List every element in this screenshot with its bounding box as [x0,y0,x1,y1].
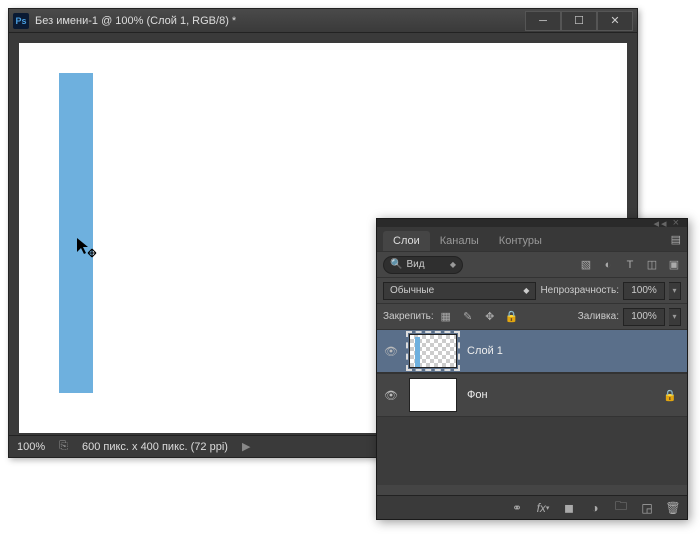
blend-mode-select[interactable]: Обычные ◆ [383,282,536,300]
caret-icon: ◆ [523,286,529,295]
info-arrow-icon[interactable]: ▶ [242,440,250,453]
opacity-stepper[interactable]: ▾ [669,282,681,300]
export-icon[interactable]: ⎘ [59,440,68,453]
tab-channels[interactable]: Каналы [430,231,489,251]
caret-icon: ◆ [450,260,456,269]
collapse-icon[interactable]: ◂◂ [654,217,669,230]
fill-stepper[interactable]: ▾ [669,308,681,326]
fill-input[interactable]: 100% [623,308,665,326]
panel-tabs: Слои Каналы Контуры ▤ [377,227,687,251]
fx-icon[interactable]: fx▾ [535,500,551,516]
maximize-button[interactable]: ☐ [561,11,597,31]
layers-empty-area[interactable] [377,417,687,485]
zoom-level[interactable]: 100% [17,441,45,453]
window-title: Без имени-1 @ 100% (Слой 1, RGB/8) * [35,15,525,27]
layers-footer: ⚭ fx▾ ◼ ◑ 🗀 ◲ 🗑 [377,495,687,519]
visibility-toggle[interactable]: 👁 [383,387,399,403]
layer-row[interactable]: 👁 Слой 1 [377,329,687,373]
filter-select[interactable]: 🔍 Вид ◆ [383,256,463,274]
filter-smart-icon[interactable]: ▣ [667,258,681,272]
titlebar[interactable]: Ps Без имени-1 @ 100% (Слой 1, RGB/8) * … [9,9,637,33]
lock-row: Закрепить: ▦ ✎ ✥ 🔒 Заливка: 100% ▾ [377,303,687,329]
layer-shape[interactable] [59,73,93,393]
filter-shape-icon[interactable]: ◫ [645,258,659,272]
layer-thumbnail[interactable] [409,334,457,368]
lock-pixels-icon[interactable]: ✎ [460,309,476,325]
search-icon: 🔍 [390,259,402,270]
close-panel-icon[interactable]: × [673,217,681,229]
minimize-button[interactable]: ─ [525,11,561,31]
delete-layer-icon[interactable]: 🗑 [665,500,681,516]
doc-info: 600 пикс. x 400 пикс. (72 ppi) [82,441,228,453]
fill-label: Заливка: [578,311,619,322]
visibility-toggle[interactable]: 👁 [383,343,399,359]
opacity-label: Непрозрачность: [540,285,619,296]
filter-row: 🔍 Вид ◆ ▧ ◐ T ◫ ▣ [377,251,687,277]
layer-name[interactable]: Фон [467,389,653,401]
lock-position-icon[interactable]: ✥ [482,309,498,325]
panel-grip[interactable]: ◂◂ × [377,219,687,227]
layer-name[interactable]: Слой 1 [467,345,681,357]
new-layer-icon[interactable]: ◲ [639,500,655,516]
lock-label: Закрепить: [383,311,434,322]
adjustment-icon[interactable]: ◑ [587,500,603,516]
lock-transparent-icon[interactable]: ▦ [438,309,454,325]
layers-panel: ◂◂ × Слои Каналы Контуры ▤ 🔍 Вид ◆ ▧ ◐ T… [376,218,688,520]
layer-row[interactable]: 👁 Фон 🔒 [377,373,687,417]
blend-row: Обычные ◆ Непрозрачность: 100% ▾ [377,277,687,303]
filter-label: Вид [406,259,424,270]
filter-pixel-icon[interactable]: ▧ [579,258,593,272]
tab-layers[interactable]: Слои [383,231,430,251]
group-icon[interactable]: 🗀 [613,500,629,516]
blend-mode-value: Обычные [390,285,434,296]
panel-menu-icon[interactable]: ▤ [671,233,681,246]
filter-type-icon[interactable]: T [623,258,637,272]
opacity-input[interactable]: 100% [623,282,665,300]
mask-icon[interactable]: ◼ [561,500,577,516]
close-button[interactable]: ✕ [597,11,633,31]
layer-thumbnail[interactable] [409,378,457,412]
lock-indicator-icon: 🔒 [663,389,677,402]
lock-all-icon[interactable]: 🔒 [504,309,520,325]
tab-paths[interactable]: Контуры [489,231,552,251]
app-icon: Ps [13,13,29,29]
layers-list: 👁 Слой 1 👁 Фон 🔒 [377,329,687,485]
filter-adjust-icon[interactable]: ◐ [601,258,615,272]
link-layers-icon[interactable]: ⚭ [509,500,525,516]
thumb-content [415,337,420,367]
